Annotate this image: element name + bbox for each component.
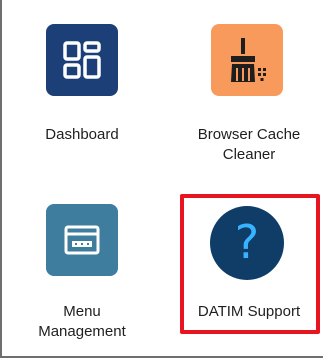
window-menu-icon[interactable] bbox=[46, 204, 118, 276]
app-label-menu-management[interactable]: Menu Management bbox=[17, 302, 147, 342]
selection-highlight-box bbox=[180, 194, 320, 334]
label-line: Management bbox=[38, 323, 126, 340]
app-grid-panel: Dashboard Browser Cache Cleaner Menu Man… bbox=[0, 0, 323, 358]
label-line: Menu bbox=[63, 303, 101, 320]
app-label-dashboard[interactable]: Dashboard bbox=[17, 125, 147, 145]
app-label-browser-cache-cleaner[interactable]: Browser Cache Cleaner bbox=[184, 125, 314, 165]
label-line: Browser Cache bbox=[197, 126, 301, 143]
label-line: Cleaner bbox=[222, 146, 276, 163]
broom-icon[interactable] bbox=[211, 24, 283, 96]
dashboard-grid-icon[interactable] bbox=[46, 24, 118, 96]
